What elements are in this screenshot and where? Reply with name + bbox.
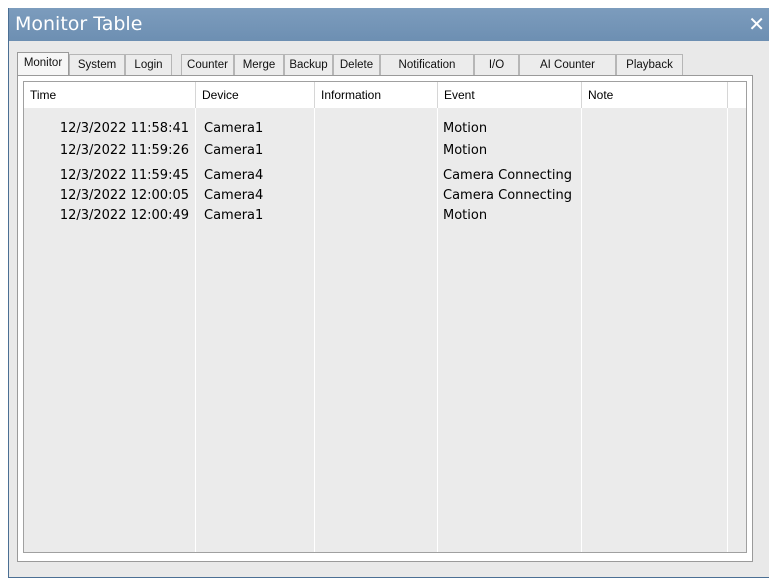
tab-system[interactable]: System bbox=[69, 54, 125, 75]
tab-backup[interactable]: Backup bbox=[284, 54, 333, 75]
cell-device: Camera4 bbox=[204, 168, 264, 183]
column-header-note[interactable]: Note bbox=[582, 82, 728, 108]
table-row[interactable]: 12/3/2022 12:00:05 Camera4 Camera Connec… bbox=[24, 186, 746, 206]
cell-time: 12/3/2022 11:59:45 bbox=[59, 168, 189, 183]
cell-time: 12/3/2022 11:58:41 bbox=[59, 121, 189, 136]
tab-merge[interactable]: Merge bbox=[234, 54, 284, 75]
cell-time: 12/3/2022 11:59:26 bbox=[59, 143, 189, 158]
column-header-time[interactable]: Time bbox=[24, 82, 196, 108]
cell-time: 12/3/2022 12:00:05 bbox=[59, 188, 189, 203]
column-header-device[interactable]: Device bbox=[196, 82, 315, 108]
tab-notification[interactable]: Notification bbox=[380, 54, 474, 75]
title-bar[interactable]: Monitor Table ✕ bbox=[9, 8, 769, 41]
close-icon[interactable]: ✕ bbox=[748, 14, 765, 34]
column-header-event[interactable]: Event bbox=[438, 82, 582, 108]
cell-device: Camera4 bbox=[204, 188, 264, 203]
cell-event: Motion bbox=[443, 121, 488, 136]
window-title: Monitor Table bbox=[15, 13, 143, 35]
tab-login[interactable]: Login bbox=[125, 54, 172, 75]
tab-io[interactable]: I/O bbox=[474, 54, 519, 75]
tab-playback[interactable]: Playback bbox=[616, 54, 683, 75]
column-header-information[interactable]: Information bbox=[315, 82, 438, 108]
tab-counter[interactable]: Counter bbox=[181, 54, 234, 75]
table-row[interactable]: 12/3/2022 12:00:49 Camera1 Motion bbox=[24, 206, 746, 226]
tab-ai-counter[interactable]: AI Counter bbox=[519, 54, 616, 75]
cell-device: Camera1 bbox=[204, 208, 264, 223]
monitor-list[interactable]: Time Device Information Event Note 12/3/… bbox=[23, 81, 747, 553]
monitor-tab-panel: Time Device Information Event Note 12/3/… bbox=[17, 75, 753, 562]
cell-device: Camera1 bbox=[204, 143, 264, 158]
table-row[interactable]: 12/3/2022 11:59:26 Camera1 Motion bbox=[24, 141, 746, 161]
cell-event: Camera Connecting bbox=[443, 168, 573, 183]
tab-monitor[interactable]: Monitor bbox=[17, 52, 69, 75]
cell-event: Camera Connecting bbox=[443, 188, 573, 203]
table-row[interactable]: 12/3/2022 11:59:45 Camera4 Camera Connec… bbox=[24, 166, 746, 186]
tab-delete[interactable]: Delete bbox=[333, 54, 380, 75]
cell-device: Camera1 bbox=[204, 121, 264, 136]
cell-event: Motion bbox=[443, 143, 488, 158]
cell-time: 12/3/2022 12:00:49 bbox=[59, 208, 189, 223]
list-header: Time Device Information Event Note bbox=[24, 82, 746, 108]
cell-event: Motion bbox=[443, 208, 488, 223]
table-row[interactable]: 12/3/2022 11:58:41 Camera1 Motion bbox=[24, 119, 746, 139]
